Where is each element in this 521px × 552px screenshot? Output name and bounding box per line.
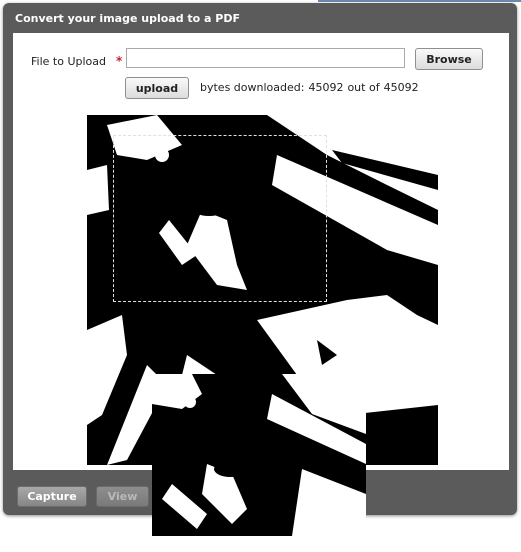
bytes-total-value: 45092 — [383, 81, 419, 94]
cropped-image — [152, 374, 366, 536]
bytes-downloaded-status: bytes downloaded: 45092 out of 45092 — [200, 81, 423, 94]
bytes-separator: out of — [347, 81, 380, 94]
window-top-border — [318, 0, 521, 2]
view-button[interactable]: View — [96, 486, 149, 507]
file-path-input[interactable] — [126, 48, 405, 68]
dialog-title: Convert your image upload to a PDF — [15, 12, 241, 25]
file-to-upload-label: File to Upload — [31, 55, 106, 68]
bytes-downloaded-value: 45092 — [308, 81, 344, 94]
bytes-prefix: bytes downloaded: — [200, 81, 305, 94]
browse-button[interactable]: Browse — [415, 48, 483, 70]
upload-button[interactable]: upload — [125, 77, 189, 99]
cropped-image-preview — [152, 374, 366, 536]
required-marker: * — [116, 54, 123, 68]
capture-button[interactable]: Capture — [17, 486, 87, 507]
crop-selection-box[interactable] — [113, 135, 327, 302]
